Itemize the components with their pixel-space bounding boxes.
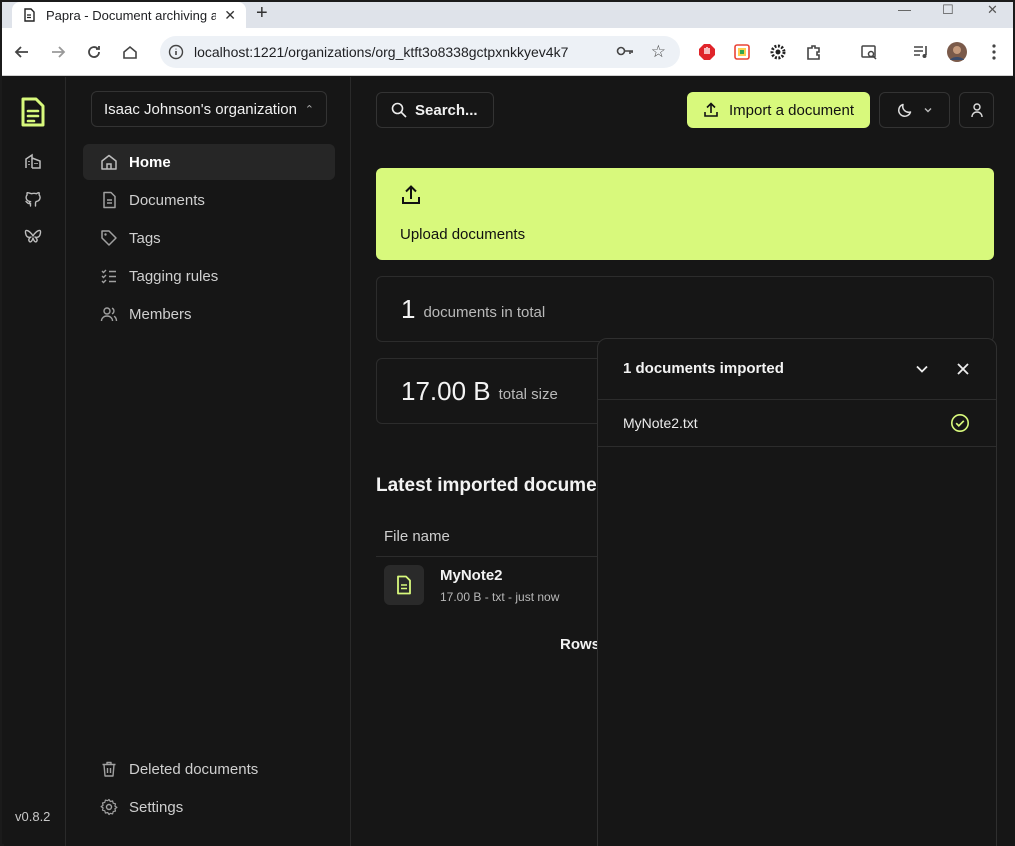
collapse-chevron-icon[interactable] [912, 359, 932, 379]
upload-icon [400, 184, 422, 211]
sidebar-item-documents[interactable]: Documents [83, 182, 335, 218]
documents-count-caption: documents in total [423, 303, 546, 321]
upload-icon [703, 102, 719, 118]
latest-documents-title: Latest imported documents [376, 475, 626, 496]
window-close-icon[interactable]: ✕ [987, 2, 998, 22]
app-version: v0.8.2 [15, 809, 51, 824]
organization-name: Isaac Johnson's organization [104, 100, 297, 118]
organization-selector[interactable]: Isaac Johnson's organization ⌃ [91, 91, 327, 127]
close-icon[interactable] [953, 359, 973, 379]
search-button[interactable]: Search... [376, 92, 494, 128]
sidebar-item-label: Tagging rules [129, 267, 219, 285]
theme-toggle-button[interactable] [879, 92, 950, 128]
minimize-icon[interactable]: — [898, 2, 911, 22]
browser-toolbar: localhost:1221/organizations/org_ktft3o8… [2, 28, 1013, 76]
sidebar-item-tagging-rules[interactable]: Tagging rules [83, 258, 335, 294]
import-status-title: 1 documents imported [623, 360, 784, 377]
bookmark-star-icon[interactable]: ☆ [651, 42, 666, 62]
search-icon [391, 102, 407, 118]
upload-documents-card[interactable]: Upload documents [376, 168, 994, 260]
panel-divider [598, 399, 996, 400]
app-rail: v0.8.2 [4, 77, 66, 846]
sidebar-item-home[interactable]: Home [83, 144, 335, 180]
profile-avatar[interactable] [946, 41, 968, 63]
sidebar-item-label: Home [129, 153, 171, 171]
chevron-down-icon [923, 105, 933, 115]
sidebar-item-label: Documents [129, 191, 205, 209]
documents-count-card: 1 documents in total [376, 276, 994, 342]
github-icon[interactable] [22, 188, 44, 210]
import-status-panel: 1 documents imported MyNote2.txt [597, 338, 997, 846]
adblock-extension-icon[interactable] [696, 41, 718, 63]
browser-tab[interactable]: Papra - Document archiving and ✕ [12, 2, 246, 28]
moon-icon [897, 102, 913, 118]
colorful-extension-icon[interactable] [731, 41, 753, 63]
bluesky-butterfly-icon[interactable] [22, 226, 44, 248]
url-text: localhost:1221/organizations/org_ktft3o8… [194, 44, 569, 60]
sidebar-item-label: Deleted documents [129, 760, 259, 778]
total-size-value: 17.00 B [401, 375, 491, 406]
tab-bar: Papra - Document archiving and ✕ + — ☐ ✕ [2, 2, 1013, 28]
users-icon [99, 304, 119, 324]
chevron-up-down-icon: ⌃ [304, 103, 314, 116]
home-icon [99, 152, 119, 172]
document-icon [99, 190, 119, 210]
trash-icon [99, 759, 119, 779]
document-meta: 17.00 B - txt - just now [440, 590, 560, 604]
documents-count: 1 [401, 293, 416, 324]
user-menu-button[interactable] [959, 92, 994, 128]
search-label: Search... [415, 101, 478, 119]
sidebar-item-label: Members [129, 305, 192, 323]
gear-icon [99, 797, 119, 817]
site-info-icon[interactable] [168, 44, 184, 60]
reload-icon[interactable] [82, 40, 106, 64]
file-text-icon [384, 565, 424, 605]
import-label: Import a document [728, 101, 855, 119]
browser-window: Papra - Document archiving and ✕ + — ☐ ✕… [0, 0, 1015, 846]
forward-icon[interactable] [46, 40, 70, 64]
papra-favicon-icon [22, 8, 36, 22]
home-browser-icon[interactable] [118, 40, 142, 64]
check-circle-icon [950, 413, 970, 433]
import-document-button[interactable]: Import a document [687, 92, 870, 128]
rows-per-page-label: Rows [560, 636, 601, 653]
new-tab-icon[interactable]: + [256, 2, 268, 28]
extensions-puzzle-icon[interactable] [803, 41, 825, 63]
sidebar-item-label: Settings [129, 798, 184, 816]
document-name[interactable]: MyNote2 [440, 567, 503, 584]
back-icon[interactable] [10, 40, 34, 64]
maximize-icon[interactable]: ☐ [942, 2, 954, 22]
browser-menu-icon[interactable] [983, 41, 1005, 63]
sidebar-item-tags[interactable]: Tags [83, 220, 335, 256]
papra-logo-icon[interactable] [18, 95, 48, 129]
organizations-icon[interactable] [22, 150, 44, 172]
imported-file-name: MyNote2.txt [623, 415, 698, 431]
total-size-caption: total size [498, 385, 558, 403]
tab-title: Papra - Document archiving and [46, 7, 216, 23]
sidebar: Isaac Johnson's organization ⌃ Home Docu… [67, 77, 351, 846]
address-bar[interactable]: localhost:1221/organizations/org_ktft3o8… [160, 36, 680, 68]
tab-close-icon[interactable]: ✕ [224, 7, 236, 24]
upload-documents-label: Upload documents [400, 226, 526, 243]
user-icon [970, 102, 984, 118]
tag-icon [99, 228, 119, 248]
sidebar-item-deleted-documents[interactable]: Deleted documents [83, 751, 335, 787]
password-key-icon[interactable] [616, 44, 634, 61]
sidebar-item-members[interactable]: Members [83, 296, 335, 332]
column-file-name[interactable]: File name [384, 528, 450, 545]
panel-divider [598, 446, 996, 447]
media-controls-icon[interactable] [910, 41, 932, 63]
tab-search-icon[interactable] [858, 41, 880, 63]
sidebar-item-settings[interactable]: Settings [83, 789, 335, 825]
sun-extension-icon[interactable] [767, 41, 789, 63]
sidebar-item-label: Tags [129, 229, 161, 247]
list-check-icon [99, 266, 119, 286]
